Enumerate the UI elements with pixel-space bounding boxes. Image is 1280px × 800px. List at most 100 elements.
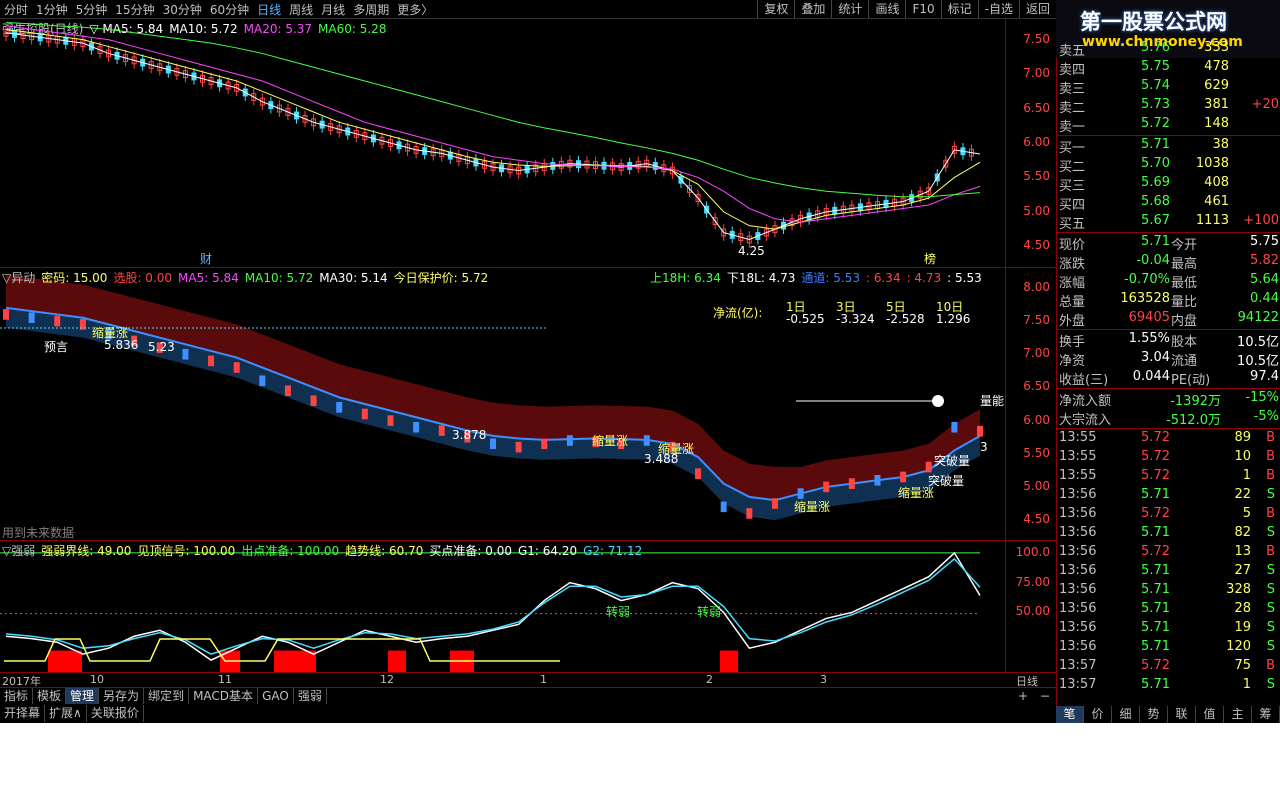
tab-open-screen[interactable]: 开择幕 bbox=[0, 705, 46, 722]
main-price-chart[interactable] bbox=[0, 19, 1006, 267]
channel-indicator-panel[interactable]: ▽异动 密码: 15.00 选股: 0.00 MA5: 5.84 MA10: 5.72 M… bbox=[0, 268, 1056, 541]
tf-daily[interactable]: 日线 bbox=[253, 1, 285, 18]
tick-price: 5.72 bbox=[1141, 506, 1170, 521]
legend-item: 见顶信号: 100.00 bbox=[137, 544, 236, 558]
finance-mark[interactable]: 财 bbox=[200, 250, 212, 267]
main-chart-panel[interactable]: 强生控股(日线) ▽ MA5: 5.84 MA10: 5.72 MA20: 5.37 M… bbox=[0, 19, 1056, 268]
ask-volume: 148 bbox=[1204, 116, 1229, 131]
tab-macd[interactable]: MACD基本 bbox=[189, 688, 259, 704]
candle-body bbox=[233, 362, 240, 373]
legend-item: : 6.34 bbox=[866, 271, 901, 285]
tick-time: 13:56 bbox=[1059, 639, 1097, 654]
axis-tick-label: 7.00 bbox=[1023, 66, 1050, 81]
tab-gao[interactable]: GAO bbox=[258, 688, 294, 704]
strength-chart[interactable] bbox=[0, 541, 1006, 672]
ask-price: 5.73 bbox=[1141, 97, 1170, 112]
ask-price: 5.76 bbox=[1141, 40, 1170, 55]
tab-bind-to[interactable]: 绑定到 bbox=[144, 688, 190, 704]
tab-expand[interactable]: 扩展∧ bbox=[45, 705, 87, 722]
quote-cell: 内盘 bbox=[1171, 314, 1198, 329]
app-window: 分时 1分钟 5分钟 15分钟 30分钟 60分钟 日线 周线 月线 多周期 更… bbox=[0, 0, 1280, 723]
axis-tick-label: 8.00 bbox=[1023, 279, 1050, 294]
strength-line-g2 bbox=[5, 557, 981, 655]
tool-restore-rights[interactable]: 复权 bbox=[757, 0, 794, 18]
side-tab[interactable]: 细 bbox=[1112, 706, 1140, 723]
tf-more[interactable]: 更多〉 bbox=[393, 1, 437, 18]
tf-5min[interactable]: 5分钟 bbox=[72, 1, 112, 18]
tf-weekly[interactable]: 周线 bbox=[285, 1, 317, 18]
tf-30min[interactable]: 30分钟 bbox=[159, 1, 206, 18]
tf-multi[interactable]: 多周期 bbox=[349, 1, 393, 18]
price-label: 3.488 bbox=[644, 452, 679, 466]
tool-back[interactable]: 返回 bbox=[1018, 0, 1056, 18]
candle-body bbox=[259, 375, 266, 387]
tab-manage[interactable]: 管理 bbox=[66, 688, 100, 704]
quote-cell: 5.71 bbox=[1141, 234, 1170, 249]
tool-mark[interactable]: 标记 bbox=[940, 0, 978, 18]
tf-fenshi[interactable]: 分时 bbox=[0, 1, 32, 18]
tab-save-as[interactable]: 另存为 bbox=[99, 688, 145, 704]
zoom-in-button[interactable]: + bbox=[1018, 689, 1028, 703]
quote-cell: 涨跌 bbox=[1059, 257, 1086, 272]
legend-item: 下18L: 4.73 bbox=[726, 271, 796, 285]
tab-related-quote[interactable]: 关联报价 bbox=[87, 705, 144, 722]
stat-row: 总量 163528 量比 0.44 bbox=[1057, 290, 1280, 310]
price-label: 3 bbox=[980, 440, 988, 454]
bid-row: 买三 5.69 408 bbox=[1057, 174, 1280, 194]
tool-overlay[interactable]: 叠加 bbox=[794, 0, 831, 18]
tick-side: S bbox=[1266, 601, 1275, 616]
period-label[interactable]: 日线 bbox=[1016, 673, 1038, 689]
tab-strength[interactable]: 强弱 bbox=[294, 688, 327, 704]
quote-cell: 5.82 bbox=[1250, 253, 1279, 268]
tick-side: S bbox=[1266, 563, 1275, 578]
strength-line-g1 bbox=[5, 551, 981, 661]
ask-row: 卖三 5.74 629 bbox=[1057, 77, 1280, 97]
bid-label: 买二 bbox=[1059, 160, 1086, 175]
tab-template[interactable]: 模板 bbox=[33, 688, 67, 704]
ma-line-ma10 bbox=[5, 28, 981, 230]
candle-body bbox=[771, 498, 778, 509]
quote-cell: 0.44 bbox=[1250, 291, 1279, 306]
side-tab[interactable]: 联 bbox=[1168, 706, 1196, 723]
tool-f10[interactable]: F10 bbox=[905, 0, 940, 18]
tick-row: 13:55 5.72 10 B bbox=[1057, 448, 1280, 467]
quote-cell: 流通 bbox=[1171, 354, 1198, 369]
candle-body bbox=[3, 309, 9, 320]
strength-indicator-panel[interactable]: ▽强弱 强弱界线: 49.00 见顶信号: 100.00 出点准备: 100.00 趋势… bbox=[0, 541, 1056, 673]
tf-1min[interactable]: 1分钟 bbox=[32, 1, 72, 18]
tick-price: 5.71 bbox=[1141, 582, 1170, 597]
legend-item: G2: 71.12 bbox=[583, 544, 643, 558]
axis-tick-label: 5.00 bbox=[1023, 203, 1050, 218]
date-tick: 12 bbox=[380, 673, 394, 686]
bid-label: 买四 bbox=[1059, 198, 1086, 213]
side-tab[interactable]: 主 bbox=[1224, 706, 1252, 723]
side-tab[interactable]: 筹 bbox=[1252, 706, 1280, 723]
tick-volume: 27 bbox=[1234, 563, 1251, 578]
tf-monthly[interactable]: 月线 bbox=[317, 1, 349, 18]
tool-stats[interactable]: 统计 bbox=[831, 0, 868, 18]
stat-row: 涨跌 -0.04 最高 5.82 bbox=[1057, 252, 1280, 272]
tab-indicator[interactable]: 指标 bbox=[0, 688, 34, 704]
tick-row: 13:55 5.72 89 B bbox=[1057, 429, 1280, 448]
tf-15min[interactable]: 15分钟 bbox=[111, 1, 158, 18]
dragon-tiger-mark[interactable]: 榜 bbox=[924, 250, 936, 267]
tick-row: 13:56 5.72 5 B bbox=[1057, 505, 1280, 524]
candle-body bbox=[284, 385, 291, 397]
side-tab[interactable]: 笔 bbox=[1056, 706, 1084, 723]
ask-volume: 629 bbox=[1204, 78, 1229, 93]
tick-time: 13:55 bbox=[1059, 430, 1097, 445]
side-tab[interactable]: 价 bbox=[1084, 706, 1112, 723]
netflow-v10: 1.296 bbox=[936, 312, 971, 326]
tool-watchlist[interactable]: -自选 bbox=[977, 0, 1019, 18]
side-tab[interactable]: 势 bbox=[1140, 706, 1168, 723]
zoom-out-button[interactable]: − bbox=[1040, 689, 1050, 703]
tick-side: B bbox=[1266, 449, 1275, 464]
bid-price: 5.67 bbox=[1141, 213, 1170, 228]
ask-label: 卖三 bbox=[1059, 82, 1086, 97]
candle-body bbox=[54, 315, 61, 327]
tool-draw[interactable]: 画线 bbox=[868, 0, 905, 18]
tick-price: 5.71 bbox=[1141, 677, 1170, 692]
side-tab[interactable]: 值 bbox=[1196, 706, 1224, 723]
tf-60min[interactable]: 60分钟 bbox=[206, 1, 253, 18]
tick-time: 13:57 bbox=[1059, 677, 1097, 692]
